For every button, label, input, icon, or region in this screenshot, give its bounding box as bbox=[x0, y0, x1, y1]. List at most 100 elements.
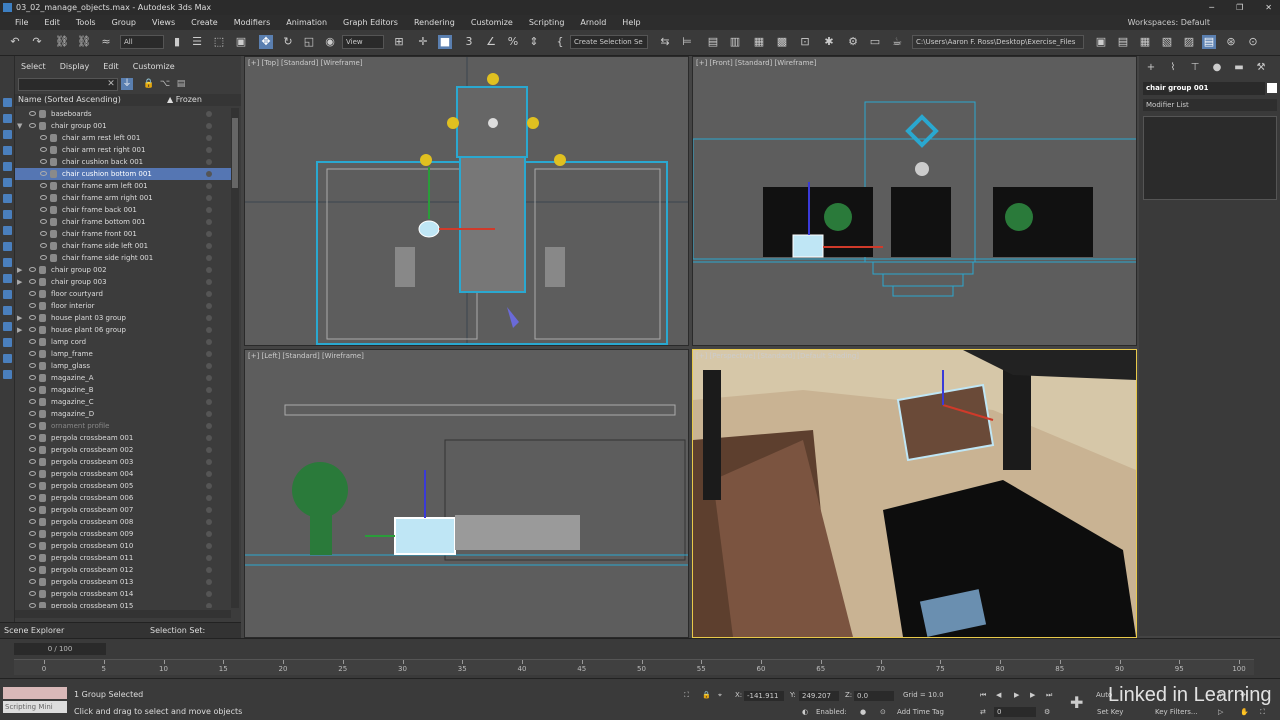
freeze-toggle-icon[interactable] bbox=[206, 555, 212, 561]
display-lights-icon[interactable] bbox=[3, 162, 12, 171]
list-item[interactable]: pergola crossbeam 003 bbox=[15, 456, 231, 468]
absolute-mode-icon[interactable]: ⌖ bbox=[718, 691, 722, 700]
list-item[interactable]: chair frame side left 001 bbox=[15, 240, 231, 252]
menu-item-edit[interactable]: Edit bbox=[39, 15, 65, 30]
project-path-field[interactable]: C:\Users\Aaron F. Ross\Desktop\Exercise_… bbox=[912, 35, 1084, 49]
list-item[interactable]: chair frame bottom 001 bbox=[15, 216, 231, 228]
freeze-toggle-icon[interactable] bbox=[206, 471, 212, 477]
freeze-toggle-icon[interactable] bbox=[206, 519, 212, 525]
scene-menu-edit[interactable]: Edit bbox=[97, 60, 125, 74]
minimize-icon[interactable]: ─ bbox=[1209, 0, 1214, 15]
freeze-toggle-icon[interactable] bbox=[206, 495, 212, 501]
isolate-icon[interactable]: ⛶ bbox=[684, 691, 689, 700]
material-editor-icon[interactable]: ✱ bbox=[822, 35, 836, 49]
menu-item-tools[interactable]: Tools bbox=[71, 15, 101, 30]
hierarchy-icon[interactable]: ⌥ bbox=[159, 78, 171, 90]
freeze-toggle-icon[interactable] bbox=[206, 435, 212, 441]
scene-explorer-label[interactable]: Scene Explorer bbox=[4, 623, 64, 639]
list-item[interactable]: pergola crossbeam 005 bbox=[15, 480, 231, 492]
visibility-icon[interactable] bbox=[29, 435, 36, 440]
list-item[interactable]: baseboards bbox=[15, 108, 231, 120]
visibility-icon[interactable] bbox=[29, 315, 36, 320]
expand-toggle-icon[interactable]: ▼ bbox=[17, 120, 22, 132]
visibility-icon[interactable] bbox=[29, 111, 36, 116]
menu-item-customize[interactable]: Customize bbox=[466, 15, 518, 30]
menu-item-modifiers[interactable]: Modifiers bbox=[229, 15, 276, 30]
freeze-toggle-icon[interactable] bbox=[206, 399, 212, 405]
list-item[interactable]: pergola crossbeam 010 bbox=[15, 540, 231, 552]
create-tab-icon[interactable]: + bbox=[1145, 62, 1157, 74]
expand-toggle-icon[interactable]: ▶ bbox=[17, 264, 22, 276]
render-production-icon[interactable]: ☕ bbox=[890, 35, 904, 49]
freeze-toggle-icon[interactable] bbox=[206, 279, 212, 285]
list-item[interactable]: chair frame front 001 bbox=[15, 228, 231, 240]
display-tab-icon[interactable]: ▬ bbox=[1233, 62, 1245, 74]
freeze-toggle-icon[interactable] bbox=[206, 135, 212, 141]
current-frame-field[interactable]: 0 bbox=[994, 707, 1036, 717]
visibility-icon[interactable] bbox=[29, 387, 36, 392]
visibility-icon[interactable] bbox=[29, 543, 36, 548]
ribbon-toggle-icon[interactable]: ▦ bbox=[752, 35, 766, 49]
select-manipulate-icon[interactable]: ✛ bbox=[416, 35, 430, 49]
horizontal-scrollbar[interactable] bbox=[15, 610, 231, 618]
viewport-top[interactable]: [+] [Top] [Standard] [Wireframe] bbox=[244, 56, 689, 346]
list-item[interactable]: chair cushion bottom 001 bbox=[15, 168, 231, 180]
set-project-icon[interactable]: ▤ bbox=[1116, 35, 1130, 49]
select-filter-icon[interactable]: ⏚ bbox=[121, 78, 133, 90]
keyboard-shortcut-override-icon[interactable]: ■ bbox=[438, 35, 452, 49]
visibility-icon[interactable] bbox=[40, 159, 47, 164]
list-item[interactable]: ▶ house plant 03 group bbox=[15, 312, 231, 324]
select-object-icon[interactable]: ▮ bbox=[170, 35, 184, 49]
list-item[interactable]: lamp_glass bbox=[15, 360, 231, 372]
key-filters-button[interactable]: Key Filters... bbox=[1155, 708, 1198, 716]
viewport-front-label[interactable]: [+] [Front] [Standard] [Wireframe] bbox=[696, 59, 816, 67]
viewport-top-label[interactable]: [+] [Top] [Standard] [Wireframe] bbox=[248, 59, 363, 67]
project-settings-icon[interactable]: ▨ bbox=[1182, 35, 1196, 49]
workspace-toggle-icon[interactable]: ▤ bbox=[1202, 35, 1216, 49]
select-by-name-icon[interactable]: ☰ bbox=[190, 35, 204, 49]
list-item[interactable]: floor interior bbox=[15, 300, 231, 312]
link-icon[interactable]: ⛓ bbox=[55, 35, 69, 49]
list-item[interactable]: ▶ chair group 002 bbox=[15, 264, 231, 276]
menu-item-scripting[interactable]: Scripting bbox=[524, 15, 570, 30]
visibility-icon[interactable] bbox=[40, 171, 47, 176]
column-header[interactable]: Name (Sorted Ascending) ▲ Frozen bbox=[15, 94, 241, 106]
display-spacewarps-icon[interactable] bbox=[3, 210, 12, 219]
display-cameras-icon[interactable] bbox=[3, 178, 12, 187]
menu-item-graph-editors[interactable]: Graph Editors bbox=[338, 15, 403, 30]
freeze-toggle-icon[interactable] bbox=[206, 207, 212, 213]
pivot-icon[interactable]: ⊞ bbox=[392, 35, 406, 49]
visibility-icon[interactable] bbox=[29, 447, 36, 452]
freeze-toggle-icon[interactable] bbox=[206, 543, 212, 549]
display-groups-icon[interactable] bbox=[3, 226, 12, 235]
visibility-icon[interactable] bbox=[40, 135, 47, 140]
freeze-toggle-icon[interactable] bbox=[206, 387, 212, 393]
visibility-icon[interactable] bbox=[29, 471, 36, 476]
list-item[interactable]: chair frame back 001 bbox=[15, 204, 231, 216]
region-select-icon[interactable]: ⬚ bbox=[212, 35, 226, 49]
menu-item-rendering[interactable]: Rendering bbox=[409, 15, 460, 30]
list-item[interactable]: magazine_B bbox=[15, 384, 231, 396]
list-item[interactable]: pergola crossbeam 004 bbox=[15, 468, 231, 480]
visibility-icon[interactable] bbox=[40, 195, 47, 200]
viewport-front[interactable]: [+] [Front] [Standard] [Wireframe] bbox=[692, 56, 1137, 346]
freeze-toggle-icon[interactable] bbox=[206, 351, 212, 357]
project-folder-icon[interactable]: ▣ bbox=[1094, 35, 1108, 49]
workspace-selector[interactable]: Workspaces: Default bbox=[1128, 15, 1210, 30]
filter-icon[interactable] bbox=[3, 354, 12, 363]
list-item[interactable]: pergola crossbeam 007 bbox=[15, 504, 231, 516]
scale-icon[interactable]: ◱ bbox=[302, 35, 316, 49]
name-column-header[interactable]: Name (Sorted Ascending) bbox=[18, 94, 121, 106]
visibility-icon[interactable] bbox=[40, 231, 47, 236]
visibility-icon[interactable] bbox=[40, 183, 47, 188]
freeze-toggle-icon[interactable] bbox=[206, 267, 212, 273]
move-icon[interactable]: ✥ bbox=[259, 35, 273, 49]
display-children-icon[interactable] bbox=[3, 322, 12, 331]
display-containers-icon[interactable] bbox=[3, 274, 12, 283]
scene-menu-select[interactable]: Select bbox=[15, 60, 52, 74]
motion-tab-icon[interactable]: ● bbox=[1211, 62, 1223, 74]
visibility-icon[interactable] bbox=[40, 207, 47, 212]
visibility-icon[interactable] bbox=[29, 603, 36, 608]
visibility-icon[interactable] bbox=[29, 411, 36, 416]
visibility-icon[interactable] bbox=[29, 423, 36, 428]
